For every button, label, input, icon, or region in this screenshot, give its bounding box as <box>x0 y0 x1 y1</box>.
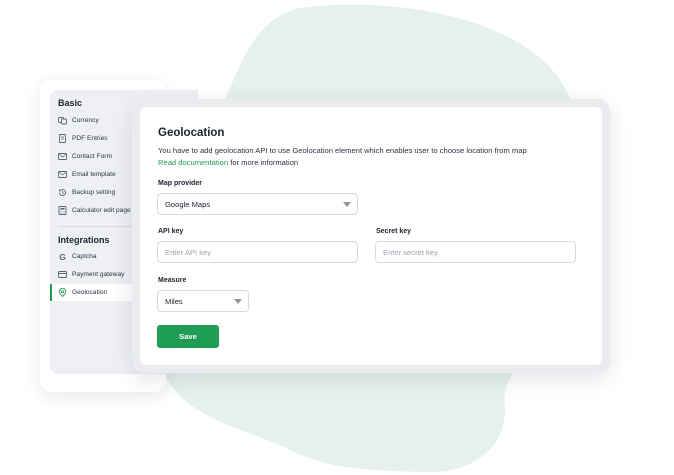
geolocation-settings-card: Geolocation You have to add geolocation … <box>140 107 602 365</box>
sidebar-section-integrations: Integrations <box>58 235 110 245</box>
calculator-icon <box>58 206 67 215</box>
map-provider-select[interactable]: Google Maps <box>157 193 358 215</box>
sidebar-item-label: Backup setting <box>72 189 116 196</box>
measure-select[interactable]: Miles <box>157 290 249 312</box>
api-key-label: API key <box>158 228 184 235</box>
sidebar-item-label: Contact Form <box>72 153 112 160</box>
history-icon <box>58 188 67 197</box>
read-documentation-link[interactable]: Read documentation <box>158 158 228 167</box>
map-provider-value: Google Maps <box>165 199 211 209</box>
sidebar-item-label: Calculator edit page <box>72 207 131 214</box>
sidebar-item-label: Captcha <box>72 253 97 260</box>
mail-icon <box>58 170 67 179</box>
api-key-input[interactable]: Enter API key <box>157 241 358 263</box>
mail-icon <box>58 152 67 161</box>
sidebar-item-label: Currency <box>72 117 99 124</box>
measure-value: Miles <box>165 296 183 306</box>
currency-icon <box>58 116 67 125</box>
sidebar-item-label: Geolocation <box>72 289 108 296</box>
card-icon <box>58 270 67 279</box>
secret-key-input[interactable]: Enter secret key <box>375 241 576 263</box>
location-icon <box>58 288 67 297</box>
map-provider-label: Map provider <box>158 180 202 187</box>
save-button[interactable]: Save <box>157 325 219 348</box>
measure-label: Measure <box>158 277 187 284</box>
google-icon: G <box>59 251 66 262</box>
secret-key-placeholder: Enter secret key <box>383 247 438 257</box>
description: You have to add geolocation API to use G… <box>158 145 598 169</box>
sidebar-item-label: PDF Entries <box>72 135 108 142</box>
sidebar-item-label: Payment gateway <box>72 271 125 278</box>
pdf-icon <box>58 134 67 143</box>
page-title: Geolocation <box>158 127 225 139</box>
chevron-down-icon <box>343 202 351 207</box>
secret-key-label: Secret key <box>376 228 412 235</box>
description-suffix: for more information <box>228 158 299 167</box>
api-key-placeholder: Enter API key <box>165 247 212 257</box>
description-text: You have to add geolocation API to use G… <box>158 146 527 155</box>
chevron-down-icon <box>234 299 242 304</box>
sidebar-section-basic: Basic <box>58 98 83 108</box>
sidebar-item-label: Email template <box>72 171 116 178</box>
